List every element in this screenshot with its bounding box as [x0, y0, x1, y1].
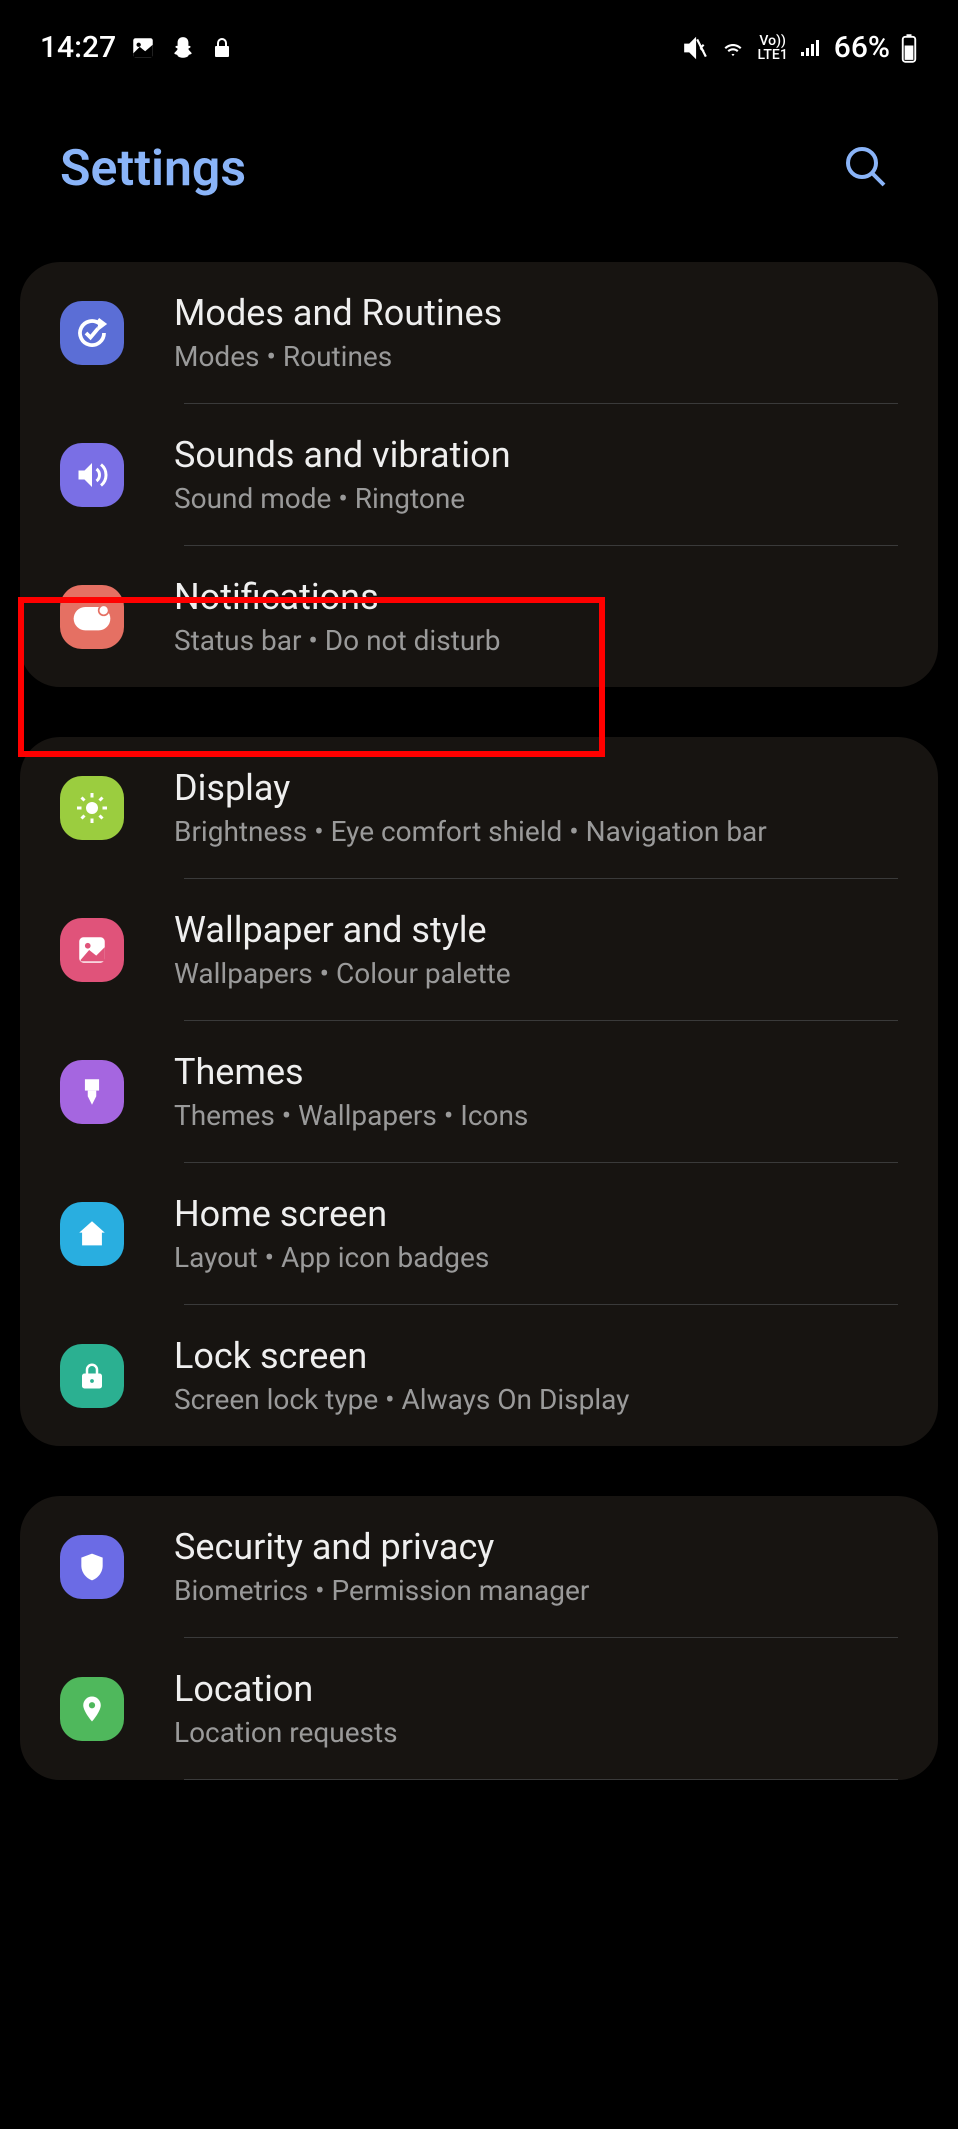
setting-title: Security and privacy [174, 1526, 898, 1568]
setting-title: Wallpaper and style [174, 909, 898, 951]
status-bar: 14:27 Vo))LTE1 66% [0, 0, 958, 75]
modes-icon [60, 301, 124, 365]
setting-sounds[interactable]: Sounds and vibration Sound mode • Ringto… [20, 404, 938, 545]
gallery-icon [130, 35, 156, 61]
setting-title: Sounds and vibration [174, 434, 898, 476]
setting-home[interactable]: Home screen Layout • App icon badges [20, 1163, 938, 1304]
setting-subtitle: Screen lock type • Always On Display [174, 1383, 898, 1416]
status-time: 14:27 [40, 30, 116, 65]
search-button[interactable] [834, 135, 898, 202]
sun-icon [60, 776, 124, 840]
pin-icon [60, 1677, 124, 1741]
setting-subtitle: Biometrics • Permission manager [174, 1574, 898, 1607]
setting-display[interactable]: Display Brightness • Eye comfort shield … [20, 737, 938, 878]
battery-icon [900, 33, 918, 63]
setting-subtitle: Sound mode • Ringtone [174, 482, 898, 515]
volte-icon: Vo))LTE1 [758, 34, 788, 62]
setting-subtitle: Layout • App icon badges [174, 1241, 898, 1274]
volume-icon [60, 443, 124, 507]
setting-security[interactable]: Security and privacy Biometrics • Permis… [20, 1496, 938, 1637]
setting-modes[interactable]: Modes and Routines Modes • Routines [20, 262, 938, 403]
setting-title: Modes and Routines [174, 292, 898, 334]
settings-group-3: Security and privacy Biometrics • Permis… [20, 1496, 938, 1780]
search-icon [842, 179, 890, 194]
lock-icon [60, 1344, 124, 1408]
setting-subtitle: Location requests [174, 1716, 898, 1749]
setting-themes[interactable]: Themes Themes • Wallpapers • Icons [20, 1021, 938, 1162]
setting-title: Home screen [174, 1193, 898, 1235]
setting-subtitle: Status bar • Do not disturb [174, 624, 898, 657]
settings-group-2: Display Brightness • Eye comfort shield … [20, 737, 938, 1446]
signal-icon [798, 36, 824, 60]
setting-title: Location [174, 1668, 898, 1710]
home-icon [60, 1202, 124, 1266]
lock-status-icon [210, 34, 234, 62]
setting-subtitle: Brightness • Eye comfort shield • Naviga… [174, 815, 898, 848]
divider [184, 1779, 898, 1780]
setting-title: Display [174, 767, 898, 809]
battery-text: 66% [834, 30, 890, 65]
setting-location[interactable]: Location Location requests [20, 1638, 938, 1779]
setting-lock[interactable]: Lock screen Screen lock type • Always On… [20, 1305, 938, 1446]
setting-subtitle: Themes • Wallpapers • Icons [174, 1099, 898, 1132]
image-icon [60, 918, 124, 982]
setting-wallpaper[interactable]: Wallpaper and style Wallpapers • Colour … [20, 879, 938, 1020]
setting-notifications[interactable]: Notifications Status bar • Do not distur… [20, 546, 938, 687]
mute-icon [682, 35, 708, 61]
page-header: Settings [0, 75, 958, 262]
notification-icon [60, 585, 124, 649]
shield-icon [60, 1535, 124, 1599]
setting-title: Themes [174, 1051, 898, 1093]
settings-group-1: Modes and Routines Modes • Routines Soun… [20, 262, 938, 687]
wifi-icon [718, 36, 748, 60]
page-title: Settings [60, 140, 246, 198]
brush-icon [60, 1060, 124, 1124]
setting-subtitle: Wallpapers • Colour palette [174, 957, 898, 990]
setting-title: Notifications [174, 576, 898, 618]
snapchat-icon [170, 35, 196, 61]
setting-subtitle: Modes • Routines [174, 340, 898, 373]
setting-title: Lock screen [174, 1335, 898, 1377]
